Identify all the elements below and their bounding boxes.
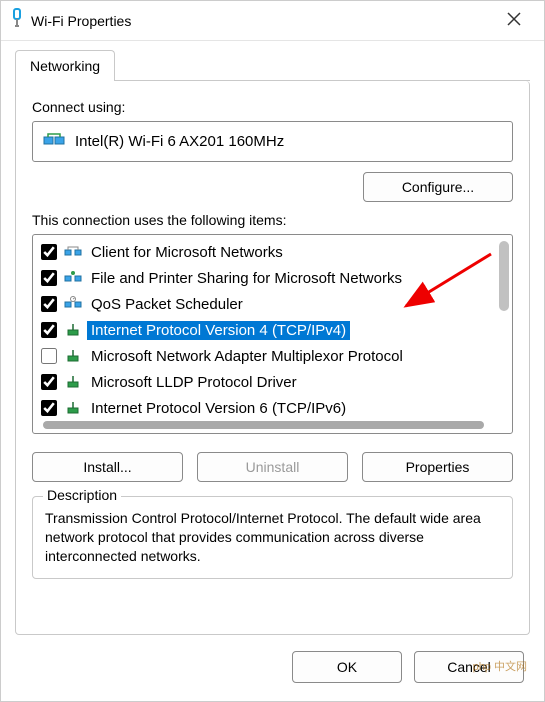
wifi-icon	[9, 8, 25, 33]
connect-using-label: Connect using:	[32, 99, 513, 115]
item-label: Microsoft Network Adapter Multiplexor Pr…	[87, 347, 407, 366]
close-icon[interactable]	[492, 10, 536, 31]
item-buttons-row: Install... Uninstall Properties	[32, 452, 513, 482]
adapter-icon	[43, 130, 65, 153]
item-checkbox[interactable]	[41, 374, 57, 390]
adapter-box[interactable]: Intel(R) Wi-Fi 6 AX201 160MHz	[32, 121, 513, 162]
protocol-icon	[63, 270, 83, 286]
watermark: php 中文网	[473, 658, 527, 674]
protocol-icon	[63, 244, 83, 260]
item-label: Internet Protocol Version 4 (TCP/IPv4)	[87, 321, 350, 340]
protocol-icon	[63, 400, 83, 416]
item-checkbox[interactable]	[41, 348, 57, 364]
install-button[interactable]: Install...	[32, 452, 183, 482]
item-checkbox[interactable]	[41, 296, 57, 312]
item-checkbox[interactable]	[41, 244, 57, 260]
item-label: Client for Microsoft Networks	[87, 243, 287, 262]
item-label: File and Printer Sharing for Microsoft N…	[87, 269, 406, 288]
protocol-icon	[63, 348, 83, 364]
items-label: This connection uses the following items…	[32, 212, 513, 228]
ok-button[interactable]: OK	[292, 651, 402, 683]
description-group: Description Transmission Control Protoco…	[32, 496, 513, 579]
item-checkbox[interactable]	[41, 322, 57, 338]
list-item[interactable]: File and Printer Sharing for Microsoft N…	[35, 265, 488, 291]
dialog-footer: OK Cancel	[1, 635, 544, 701]
titlebar: Wi-Fi Properties	[1, 1, 544, 41]
window-title: Wi-Fi Properties	[31, 13, 492, 29]
list-item[interactable]: Client for Microsoft Networks	[35, 239, 488, 265]
item-label: Internet Protocol Version 6 (TCP/IPv6)	[87, 399, 350, 418]
scrollbar-vertical[interactable]	[499, 241, 509, 421]
list-item[interactable]: Internet Protocol Version 4 (TCP/IPv4)	[35, 317, 488, 343]
properties-button[interactable]: Properties	[362, 452, 513, 482]
list-item[interactable]: Microsoft LLDP Protocol Driver	[35, 369, 488, 395]
list-item[interactable]: Internet Protocol Version 6 (TCP/IPv6)	[35, 395, 488, 421]
item-label: QoS Packet Scheduler	[87, 295, 247, 314]
item-checkbox[interactable]	[41, 400, 57, 416]
items-list[interactable]: Client for Microsoft Networks File and Pr…	[32, 234, 513, 434]
tab-strip: Networking	[15, 49, 530, 81]
protocol-icon	[63, 296, 83, 312]
tab-networking[interactable]: Networking	[15, 50, 115, 81]
list-item[interactable]: Microsoft Network Adapter Multiplexor Pr…	[35, 343, 488, 369]
wifi-properties-dialog: Wi-Fi Properties Networking Connect usin…	[0, 0, 545, 702]
protocol-icon	[63, 374, 83, 390]
scroll-thumb[interactable]	[499, 241, 509, 311]
adapter-name: Intel(R) Wi-Fi 6 AX201 160MHz	[75, 133, 284, 150]
uninstall-button[interactable]: Uninstall	[197, 452, 348, 482]
list-item[interactable]: QoS Packet Scheduler	[35, 291, 488, 317]
item-label: Microsoft LLDP Protocol Driver	[87, 373, 301, 392]
protocol-icon	[63, 322, 83, 338]
scrollbar-horizontal[interactable]	[43, 421, 484, 429]
dialog-body: Networking Connect using: Intel(R) Wi-Fi…	[1, 41, 544, 635]
tab-content-networking: Connect using: Intel(R) Wi-Fi 6 AX201 16…	[15, 81, 530, 635]
item-checkbox[interactable]	[41, 270, 57, 286]
configure-button[interactable]: Configure...	[363, 172, 513, 202]
description-text: Transmission Control Protocol/Internet P…	[45, 509, 500, 566]
description-legend: Description	[43, 487, 121, 503]
